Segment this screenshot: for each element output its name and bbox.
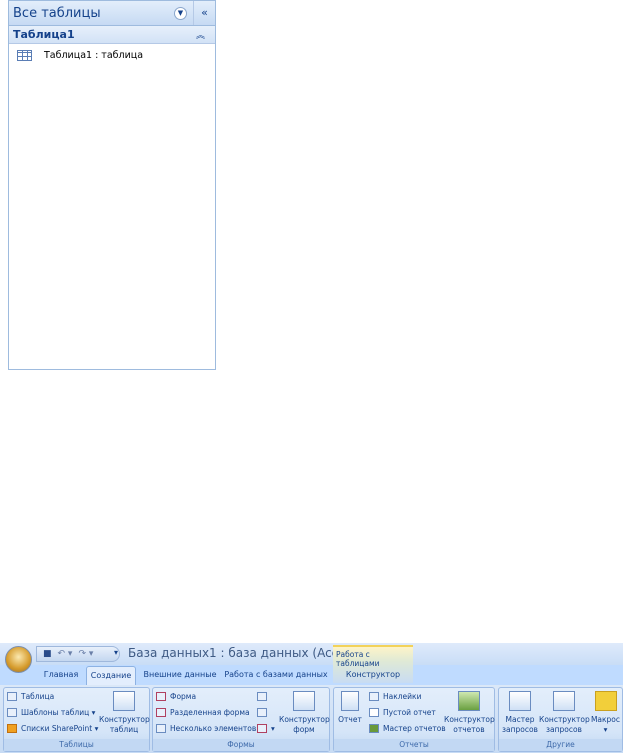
- nav-pane-header[interactable]: Все таблицы ▼ «: [9, 1, 215, 26]
- chevron-up-icon[interactable]: ︽: [196, 28, 205, 41]
- split-form-button[interactable]: Разделенная форма: [156, 708, 250, 717]
- group-label: Отчеты: [334, 739, 494, 751]
- table-design-icon: [113, 691, 135, 711]
- blank-report-button[interactable]: Пустой отчет: [369, 708, 436, 717]
- redo-icon[interactable]: ↷ ▾: [78, 649, 93, 659]
- template-icon: [7, 708, 17, 717]
- table-templates-button[interactable]: Шаблоны таблиц ▾: [7, 708, 95, 717]
- pivot-chart-icon[interactable]: [257, 692, 267, 701]
- more-forms-button[interactable]: ▾: [257, 724, 275, 733]
- table-icon: [7, 692, 17, 701]
- nav-pane-title: Все таблицы: [13, 5, 101, 21]
- table-button[interactable]: Таблица: [7, 692, 54, 701]
- form-design-icon: [293, 691, 315, 711]
- multiple-items-icon: [156, 724, 166, 733]
- report-design-icon: [458, 691, 480, 711]
- split-form-icon: [156, 708, 166, 717]
- form-designer-button[interactable]: Конструктор форм: [279, 691, 330, 735]
- undo-icon[interactable]: ↶ ▾: [58, 649, 73, 659]
- table-designer-button[interactable]: Конструктор таблиц: [99, 691, 150, 735]
- tab-external-data[interactable]: Внешние данные: [140, 666, 220, 685]
- ribbon: ■ ↶ ▾ ↷ ▾ ▾ База данных1 : база данных (…: [0, 643, 623, 753]
- macro-button[interactable]: Макрос ▾: [589, 691, 622, 735]
- form-icon: [156, 692, 166, 701]
- navigation-pane: Все таблицы ▼ « Таблица1 ︽ Таблица1 : та…: [8, 0, 216, 370]
- blank-report-icon: [369, 708, 379, 717]
- save-icon[interactable]: ■: [43, 649, 52, 659]
- nav-item-label: Таблица1 : таблица: [44, 49, 144, 61]
- group-label: Таблицы: [4, 739, 149, 751]
- customize-qat-icon[interactable]: ▾: [114, 648, 118, 657]
- group-reports: Отчет Наклейки Пустой отчет Мастер отчет…: [333, 687, 495, 752]
- group-label: Другие: [499, 739, 622, 751]
- group-other: Мастер запросов Конструктор запросов Макро…: [498, 687, 623, 752]
- blank-form-icon[interactable]: [257, 708, 267, 717]
- labels-icon: [369, 692, 379, 701]
- group-tables: Таблица Шаблоны таблиц ▾ Списки SharePoi…: [3, 687, 150, 752]
- quick-access-toolbar: ■ ↶ ▾ ↷ ▾: [36, 646, 120, 662]
- tab-design[interactable]: Конструктор: [333, 666, 413, 685]
- chevron-down-icon[interactable]: ▼: [174, 7, 187, 20]
- collapse-pane-icon[interactable]: «: [193, 1, 215, 25]
- query-designer-button[interactable]: Конструктор запросов: [539, 691, 590, 735]
- labels-button[interactable]: Наклейки: [369, 692, 421, 701]
- report-designer-button[interactable]: Конструктор отчетов: [444, 691, 495, 735]
- group-forms: Форма Разделенная форма Несколько элемен…: [152, 687, 330, 752]
- nav-group-title: Таблица1: [13, 28, 75, 41]
- report-icon: [341, 691, 359, 711]
- query-wizard-icon: [509, 691, 531, 711]
- ribbon-tabs: Главная Создание Внешние данные Работа с…: [0, 665, 623, 685]
- tab-create[interactable]: Создание: [86, 666, 136, 685]
- form-button[interactable]: Форма: [156, 692, 196, 701]
- window-title: База данных1 : база данных (Acc...: [128, 646, 350, 660]
- report-button[interactable]: Отчет: [337, 691, 363, 725]
- office-button[interactable]: [5, 646, 32, 673]
- wizard-icon: [369, 724, 379, 733]
- table-icon: [17, 49, 32, 61]
- tab-home[interactable]: Главная: [38, 666, 84, 685]
- query-wizard-button[interactable]: Мастер запросов: [501, 691, 539, 735]
- title-bar: ■ ↶ ▾ ↷ ▾ ▾ База данных1 : база данных (…: [0, 643, 623, 683]
- query-design-icon: [553, 691, 575, 711]
- macro-icon: [594, 691, 617, 711]
- nav-group-header[interactable]: Таблица1 ︽: [9, 26, 215, 44]
- ribbon-body: Таблица Шаблоны таблиц ▾ Списки SharePoi…: [0, 685, 623, 753]
- tab-database-tools[interactable]: Работа с базами данных: [222, 666, 330, 685]
- report-wizard-button[interactable]: Мастер отчетов: [369, 724, 446, 733]
- group-label: Формы: [153, 739, 329, 751]
- multiple-items-button[interactable]: Несколько элементов: [156, 724, 256, 733]
- sharepoint-icon: [7, 724, 17, 733]
- sharepoint-lists-button[interactable]: Списки SharePoint ▾: [7, 724, 98, 733]
- nav-item-table1[interactable]: Таблица1 : таблица: [9, 44, 215, 66]
